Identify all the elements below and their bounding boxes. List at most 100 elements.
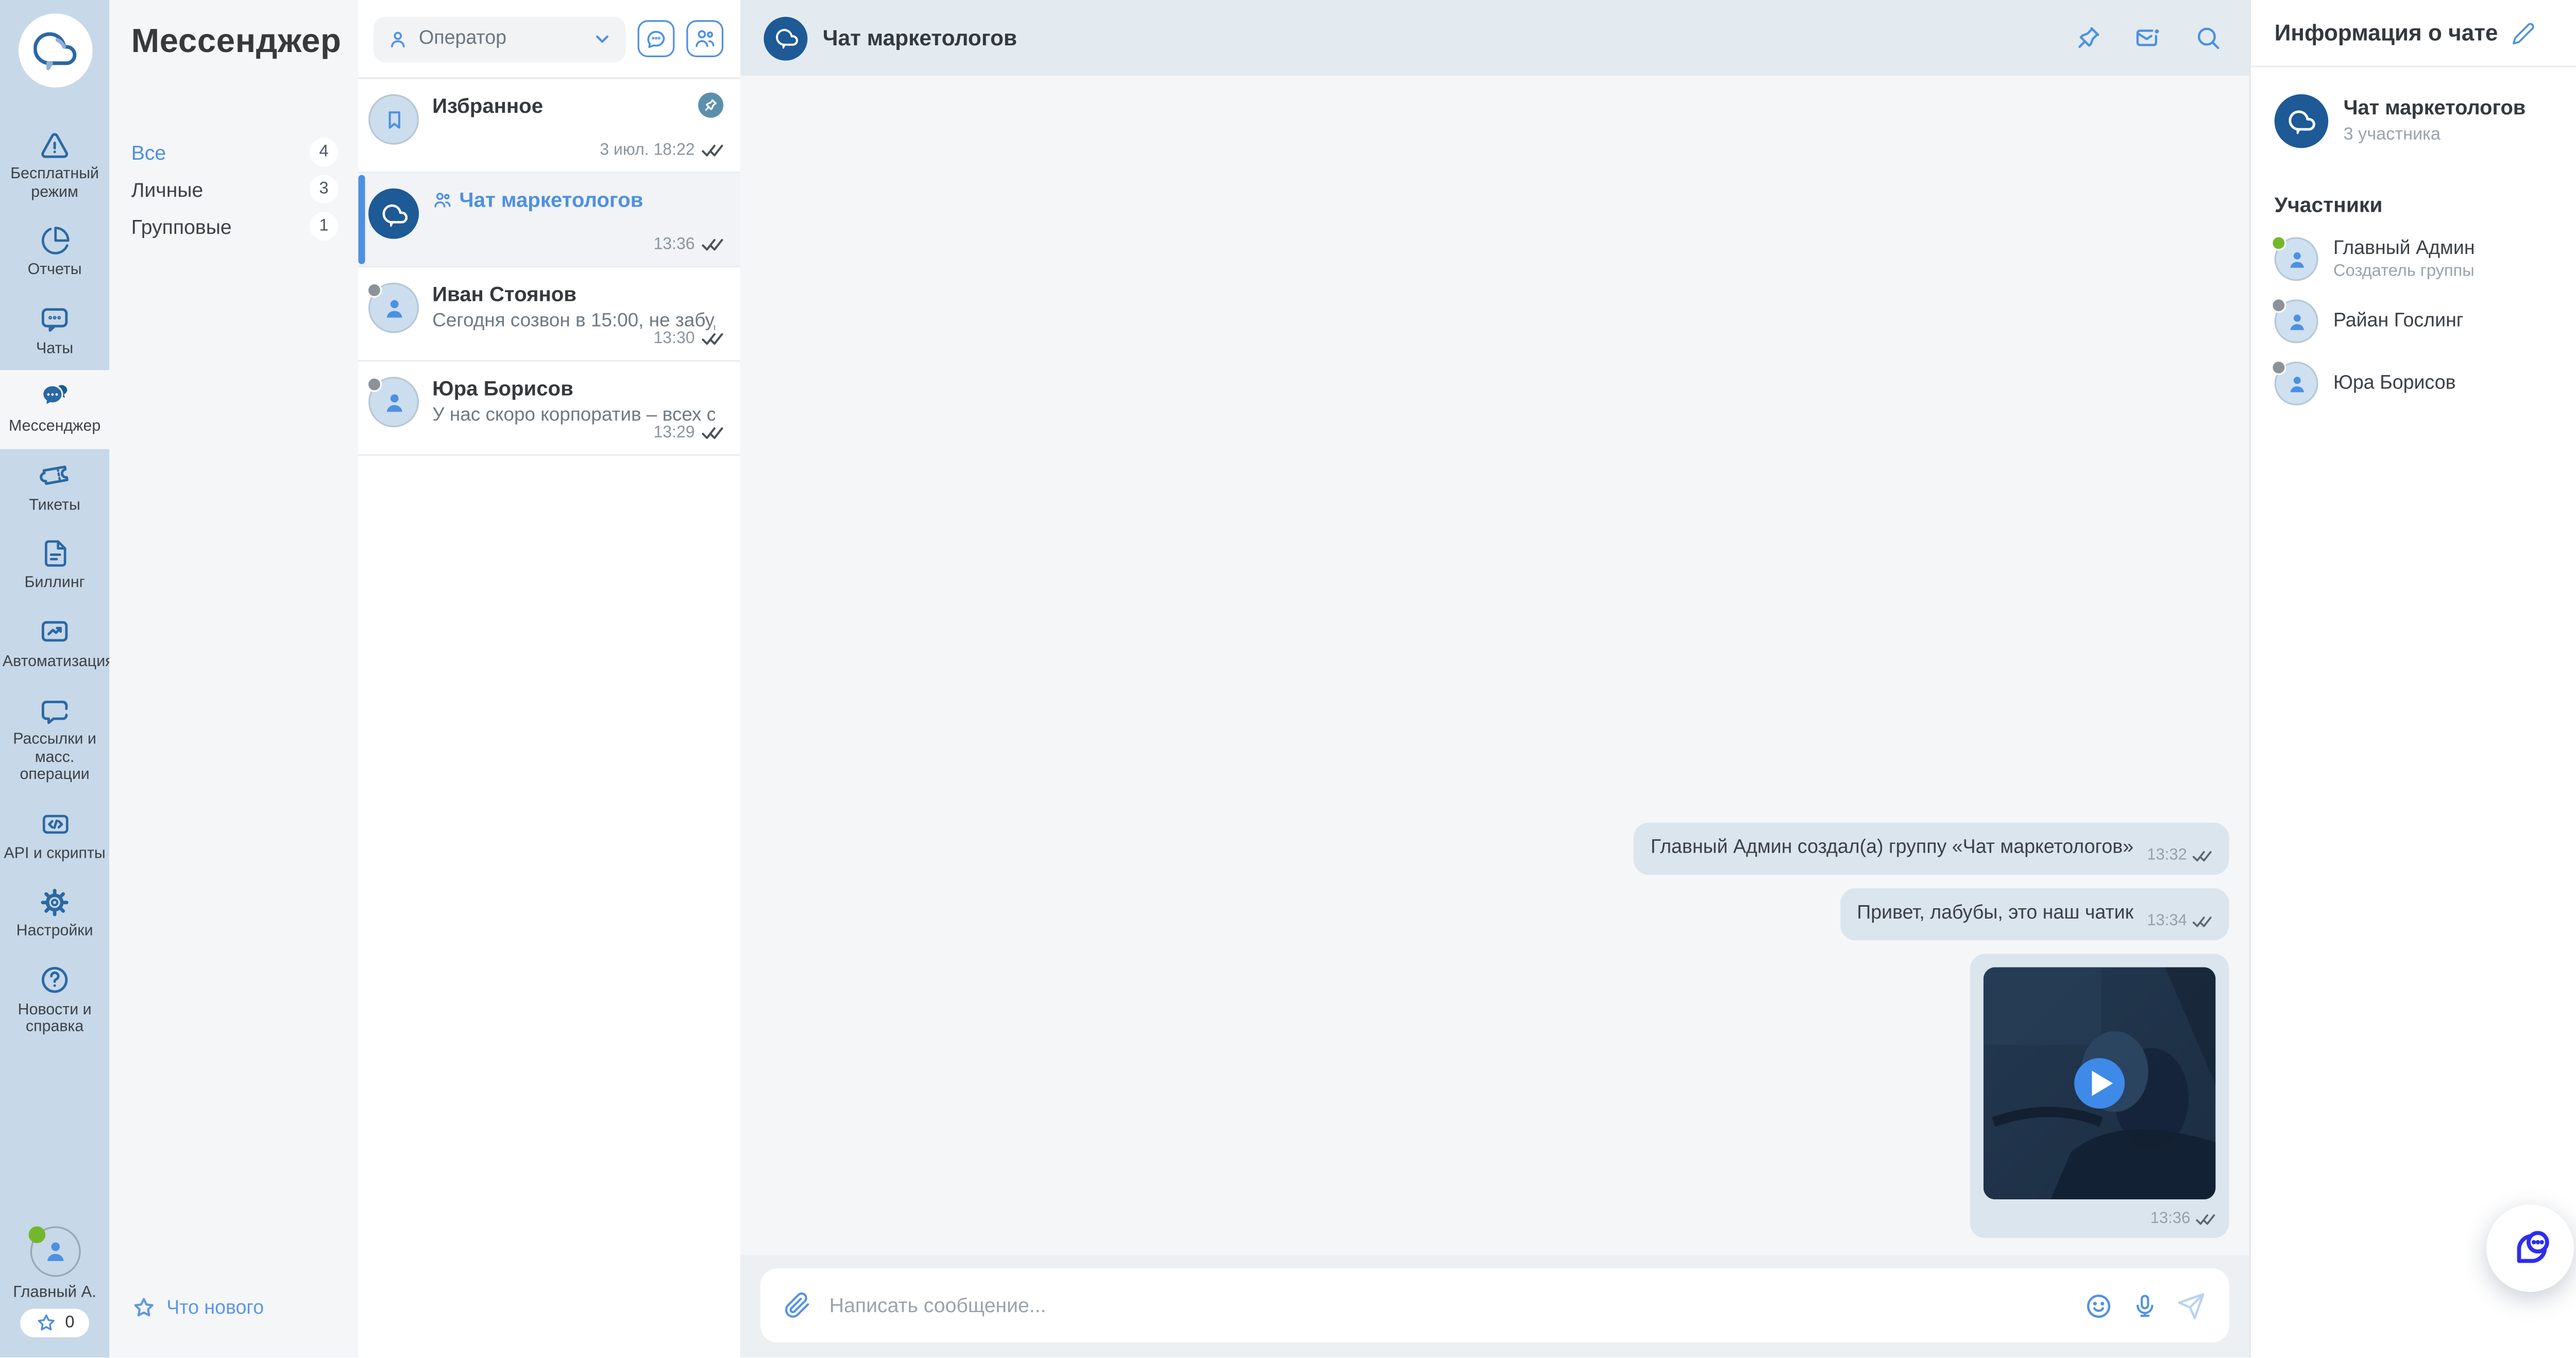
people-icon bbox=[693, 27, 717, 50]
member-row-yura[interactable]: Юра Борисов bbox=[2271, 360, 2576, 405]
offline-status-dot bbox=[366, 282, 382, 298]
member-row-admin[interactable]: Главный Админ Создатель группы bbox=[2271, 235, 2576, 281]
filter-all[interactable]: Все 4 bbox=[131, 138, 338, 167]
star-icon bbox=[131, 1295, 157, 1320]
page-title: Мессенджер bbox=[131, 23, 342, 61]
operator-filter-select[interactable]: Оператор bbox=[373, 16, 626, 62]
current-user-avatar[interactable] bbox=[27, 1226, 80, 1277]
question-circle-icon bbox=[39, 965, 71, 995]
member-row-ryan[interactable]: Райан Гослинг bbox=[2271, 297, 2576, 344]
search-icon[interactable] bbox=[2194, 24, 2223, 53]
code-icon bbox=[38, 808, 71, 839]
pin-icon[interactable] bbox=[2074, 24, 2103, 53]
rail-nav: Бесплатный режим Отчеты Чаты Мессенджер bbox=[0, 118, 114, 1049]
sidebar-item-free-mode[interactable]: Бесплатный режим bbox=[0, 118, 109, 214]
message-area: Главный Админ создал(а) группу «Чат марк… bbox=[740, 76, 2249, 1255]
members-section-header: Участники bbox=[2275, 192, 2576, 218]
chat-meta: 13:30 bbox=[653, 330, 723, 348]
message-bubble: Привет, лабубы, это наш чатик 13:34 bbox=[1840, 888, 2229, 941]
member-name: Главный Админ bbox=[2333, 238, 2475, 259]
chat-list-item-favorites[interactable]: Избранное 3 июл. 18:22 bbox=[358, 79, 740, 174]
new-group-button[interactable] bbox=[686, 20, 724, 58]
document-icon bbox=[40, 538, 70, 569]
composer-bar bbox=[740, 1254, 2249, 1358]
sidebar-item-label: Биллинг bbox=[24, 573, 85, 591]
app-logo[interactable] bbox=[18, 13, 92, 88]
sidebar-item-automation[interactable]: Автоматизация bbox=[0, 605, 114, 683]
cloud-chat-icon bbox=[2286, 106, 2317, 137]
support-widget-button[interactable] bbox=[2486, 1204, 2574, 1292]
chat-list-item-ivan[interactable]: Иван Стоянов Сегодня созвон в 15:00, не … bbox=[358, 267, 740, 362]
sidebar-item-news-help[interactable]: Новости и справка bbox=[0, 953, 109, 1049]
member-avatar bbox=[2271, 235, 2318, 281]
operator-filter-value: Оператор bbox=[419, 28, 507, 49]
chat-list: Избранное 3 июл. 18:22 Чат маркетологов … bbox=[358, 79, 740, 1357]
broadcast-bubble-icon bbox=[39, 695, 71, 725]
sidebar-item-reports[interactable]: Отчеты bbox=[0, 214, 109, 292]
person-icon bbox=[379, 294, 408, 322]
composer bbox=[760, 1268, 2229, 1343]
read-status-icon bbox=[702, 237, 723, 252]
person-icon bbox=[2284, 309, 2309, 334]
new-chat-button[interactable] bbox=[637, 20, 675, 58]
message-input[interactable] bbox=[829, 1294, 2066, 1317]
count-badge: 4 bbox=[309, 138, 338, 167]
message-text: Привет, лабубы, это наш чатик bbox=[1857, 903, 2134, 924]
chat-title: Избранное bbox=[432, 94, 544, 118]
rating-badge[interactable]: 0 bbox=[20, 1309, 90, 1337]
sidebar-item-messenger[interactable]: Мессенджер bbox=[0, 370, 110, 449]
cloud-chat-logo-icon bbox=[32, 29, 77, 73]
sidebar-item-label: Мессенджер bbox=[8, 417, 101, 434]
chat-meta: 13:36 bbox=[653, 235, 723, 254]
chat-list-toolbar: Оператор bbox=[358, 0, 740, 79]
filter-group[interactable]: Групповые 1 bbox=[131, 212, 338, 241]
read-status-icon bbox=[702, 331, 723, 346]
mark-unread-icon[interactable] bbox=[2133, 24, 2163, 53]
sidebar-item-tickets[interactable]: Тикеты bbox=[0, 448, 109, 527]
user-avatar bbox=[366, 282, 419, 333]
whats-new-link[interactable]: Что нового bbox=[131, 1295, 264, 1320]
count-badge: 1 bbox=[309, 212, 338, 241]
group-chat-avatar bbox=[368, 188, 419, 239]
emoji-icon[interactable] bbox=[2084, 1291, 2113, 1320]
sidebar-item-label: Чаты bbox=[36, 338, 74, 356]
offline-status-dot bbox=[2271, 297, 2286, 313]
message-text: Главный Админ создал(а) группу «Чат марк… bbox=[1650, 838, 2134, 858]
sidebar-item-settings[interactable]: Настройки bbox=[0, 875, 109, 953]
send-icon[interactable] bbox=[2177, 1291, 2206, 1320]
video-thumbnail[interactable] bbox=[1983, 967, 2216, 1200]
pinned-badge bbox=[698, 92, 724, 118]
chat-list-item-marketers[interactable]: Чат маркетологов 13:36 bbox=[358, 173, 740, 268]
messenger-app: Бесплатный режим Отчеты Чаты Мессенджер bbox=[0, 0, 2576, 1358]
chat-filters: Все 4 Личные 3 Групповые 1 bbox=[131, 138, 359, 241]
chat-header-actions bbox=[2074, 24, 2222, 53]
group-chat-avatar bbox=[2274, 94, 2329, 148]
member-avatar bbox=[2271, 360, 2318, 405]
chevron-down-icon bbox=[592, 29, 612, 49]
read-status-icon bbox=[2195, 1212, 2215, 1226]
sidebar-item-label: Новости и справка bbox=[18, 1000, 92, 1035]
chat-preview: У нас скоро корпоратив – всех собирае bbox=[432, 405, 715, 426]
sidebar-item-broadcasts[interactable]: Рассылки и масс. операции bbox=[0, 683, 109, 796]
chat-meta: 3 июл. 18:22 bbox=[600, 141, 723, 160]
voice-message-icon[interactable] bbox=[2131, 1291, 2158, 1320]
chat-title: Юра Борисов bbox=[432, 377, 573, 401]
chat-time: 3 июл. 18:22 bbox=[600, 141, 695, 160]
sidebar-item-billing[interactable]: Биллинг bbox=[0, 527, 109, 605]
people-icon bbox=[432, 190, 452, 210]
chat-list-item-yura[interactable]: Юра Борисов У нас скоро корпоратив – все… bbox=[358, 362, 740, 456]
rating-value: 0 bbox=[65, 1314, 75, 1333]
sidebar-item-api-scripts[interactable]: API и скрипты bbox=[0, 796, 109, 875]
offline-status-dot bbox=[2271, 360, 2286, 376]
star-icon bbox=[35, 1312, 57, 1334]
sidebar-item-chats[interactable]: Чаты bbox=[0, 292, 109, 370]
person-icon bbox=[379, 388, 408, 417]
warning-triangle-icon bbox=[39, 129, 71, 160]
filter-personal[interactable]: Личные 3 bbox=[131, 175, 338, 204]
chart-arrow-icon bbox=[39, 617, 71, 647]
member-role: Создатель группы bbox=[2333, 261, 2475, 280]
attach-file-icon[interactable] bbox=[784, 1292, 811, 1319]
person-icon bbox=[40, 1236, 70, 1267]
chat-title: Чат маркетологов bbox=[822, 25, 1018, 50]
edit-chat-icon[interactable] bbox=[2511, 21, 2535, 45]
